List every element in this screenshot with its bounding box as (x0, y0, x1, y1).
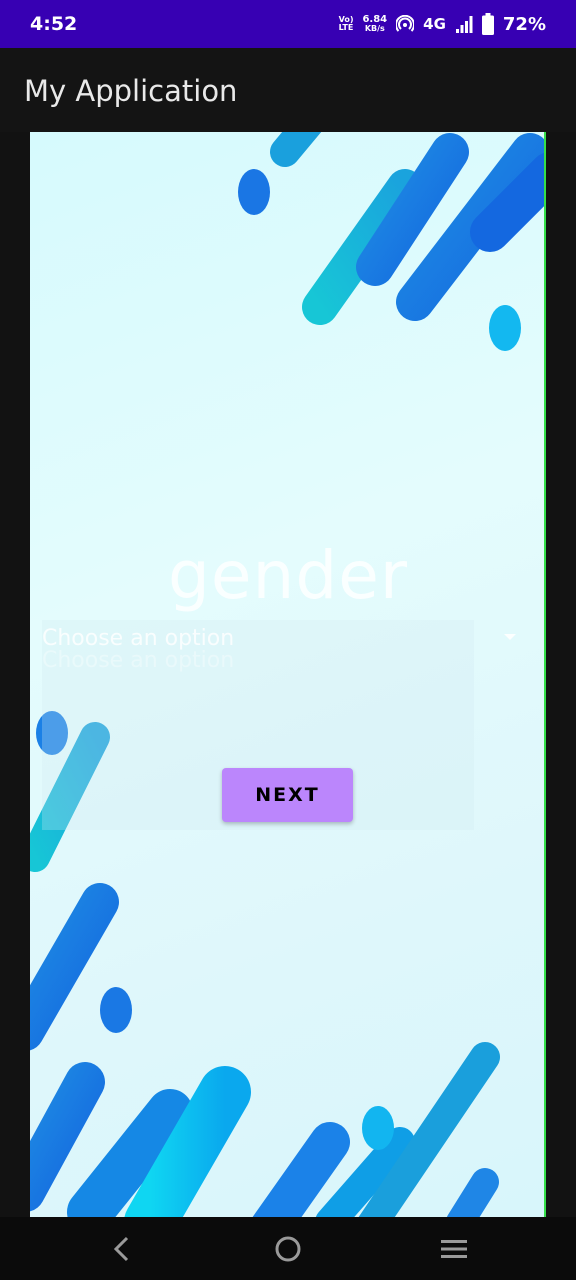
spinner-value-shadow: Choose an option (42, 648, 235, 673)
signal-icon (455, 16, 473, 33)
gender-screen: gender Choose an option Choose an option… (30, 132, 546, 1217)
home-icon (275, 1236, 301, 1262)
navigation-bar (0, 1217, 576, 1280)
app-title: My Application (24, 74, 238, 108)
back-button[interactable] (102, 1233, 142, 1265)
status-bar: 4:52 Vo) LTE 6.84 KB/s 4G 72% (0, 0, 576, 48)
volte-indicator: Vo) LTE (339, 16, 354, 32)
hotspot-icon (396, 15, 415, 32)
network-type: 4G (423, 15, 446, 33)
network-speed: 6.84 KB/s (362, 15, 387, 33)
speed-unit: KB/s (364, 24, 385, 33)
dropdown-arrow-icon[interactable] (504, 634, 516, 640)
next-button[interactable]: NEXT (222, 768, 353, 822)
lte-label: LTE (338, 23, 354, 32)
battery-icon (481, 13, 494, 35)
gender-heading: gender (168, 537, 408, 614)
menu-icon (441, 1240, 467, 1258)
status-time: 4:52 (30, 13, 78, 35)
recents-button[interactable] (434, 1233, 474, 1265)
status-icons: Vo) LTE 6.84 KB/s 4G 72% (339, 12, 546, 36)
home-button[interactable] (268, 1233, 308, 1265)
back-icon (113, 1236, 129, 1262)
app-bar: My Application (0, 48, 576, 132)
battery-percent: 72% (502, 13, 546, 35)
